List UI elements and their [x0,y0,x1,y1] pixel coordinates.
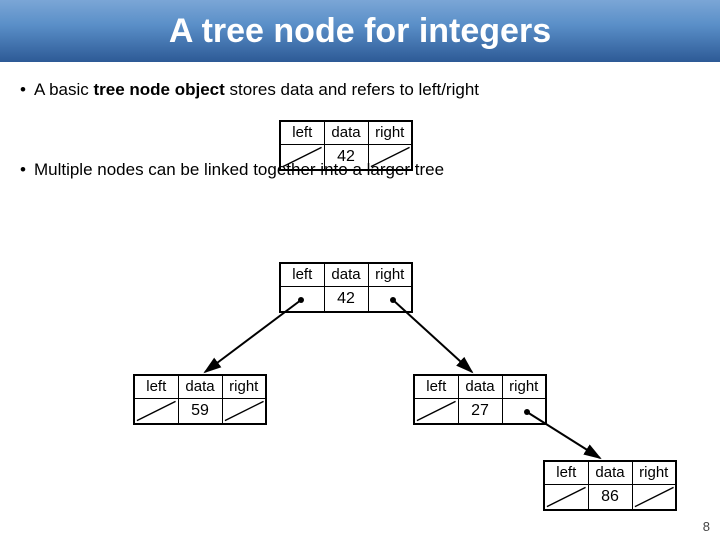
cell-data-label: data [588,461,632,485]
cell-right-null [222,399,266,425]
cell-right-label: right [502,375,546,399]
cell-left-label: left [544,461,588,485]
bullet-dot: • [20,160,26,180]
cell-right-label: right [632,461,676,485]
node-root: left data right 42 [279,262,413,313]
cell-right-ptr [368,287,412,313]
cell-data-label: data [324,263,368,287]
slide-title: A tree node for integers [169,12,551,51]
cell-data-label: data [178,375,222,399]
bullet-1-post: stores data and refers to left/right [225,80,479,99]
node-right-child: left data right 27 [413,374,547,425]
cell-right-label: right [368,263,412,287]
node-left-child: left data right 59 [133,374,267,425]
cell-data-value: 42 [324,287,368,313]
cell-left-null [544,485,588,511]
bullet-1-pre: A basic [34,80,94,99]
node-grandchild: left data right 86 [543,460,677,511]
cell-left-label: left [280,121,324,145]
bullet-1: • A basic tree node object stores data a… [20,80,700,100]
cell-data-value: 27 [458,399,502,425]
cell-right-null [632,485,676,511]
bullet-1-text: A basic tree node object stores data and… [34,80,479,100]
cell-left-null [134,399,178,425]
cell-right-null [368,145,412,171]
cell-data-value: 42 [324,145,368,171]
cell-left-label: left [134,375,178,399]
cell-left-label: left [414,375,458,399]
bullet-1-bold: tree node object [94,80,225,99]
cell-right-ptr [502,399,546,425]
cell-data-label: data [324,121,368,145]
title-bar: A tree node for integers [0,0,720,62]
node-single: left data right 42 [279,120,413,171]
bullet-dot: • [20,80,26,100]
page-number: 8 [703,519,710,534]
cell-right-label: right [222,375,266,399]
cell-data-value: 59 [178,399,222,425]
cell-left-label: left [280,263,324,287]
cell-data-value: 86 [588,485,632,511]
cell-left-null [280,145,324,171]
cell-right-label: right [368,121,412,145]
cell-left-ptr [280,287,324,313]
cell-left-null [414,399,458,425]
cell-data-label: data [458,375,502,399]
